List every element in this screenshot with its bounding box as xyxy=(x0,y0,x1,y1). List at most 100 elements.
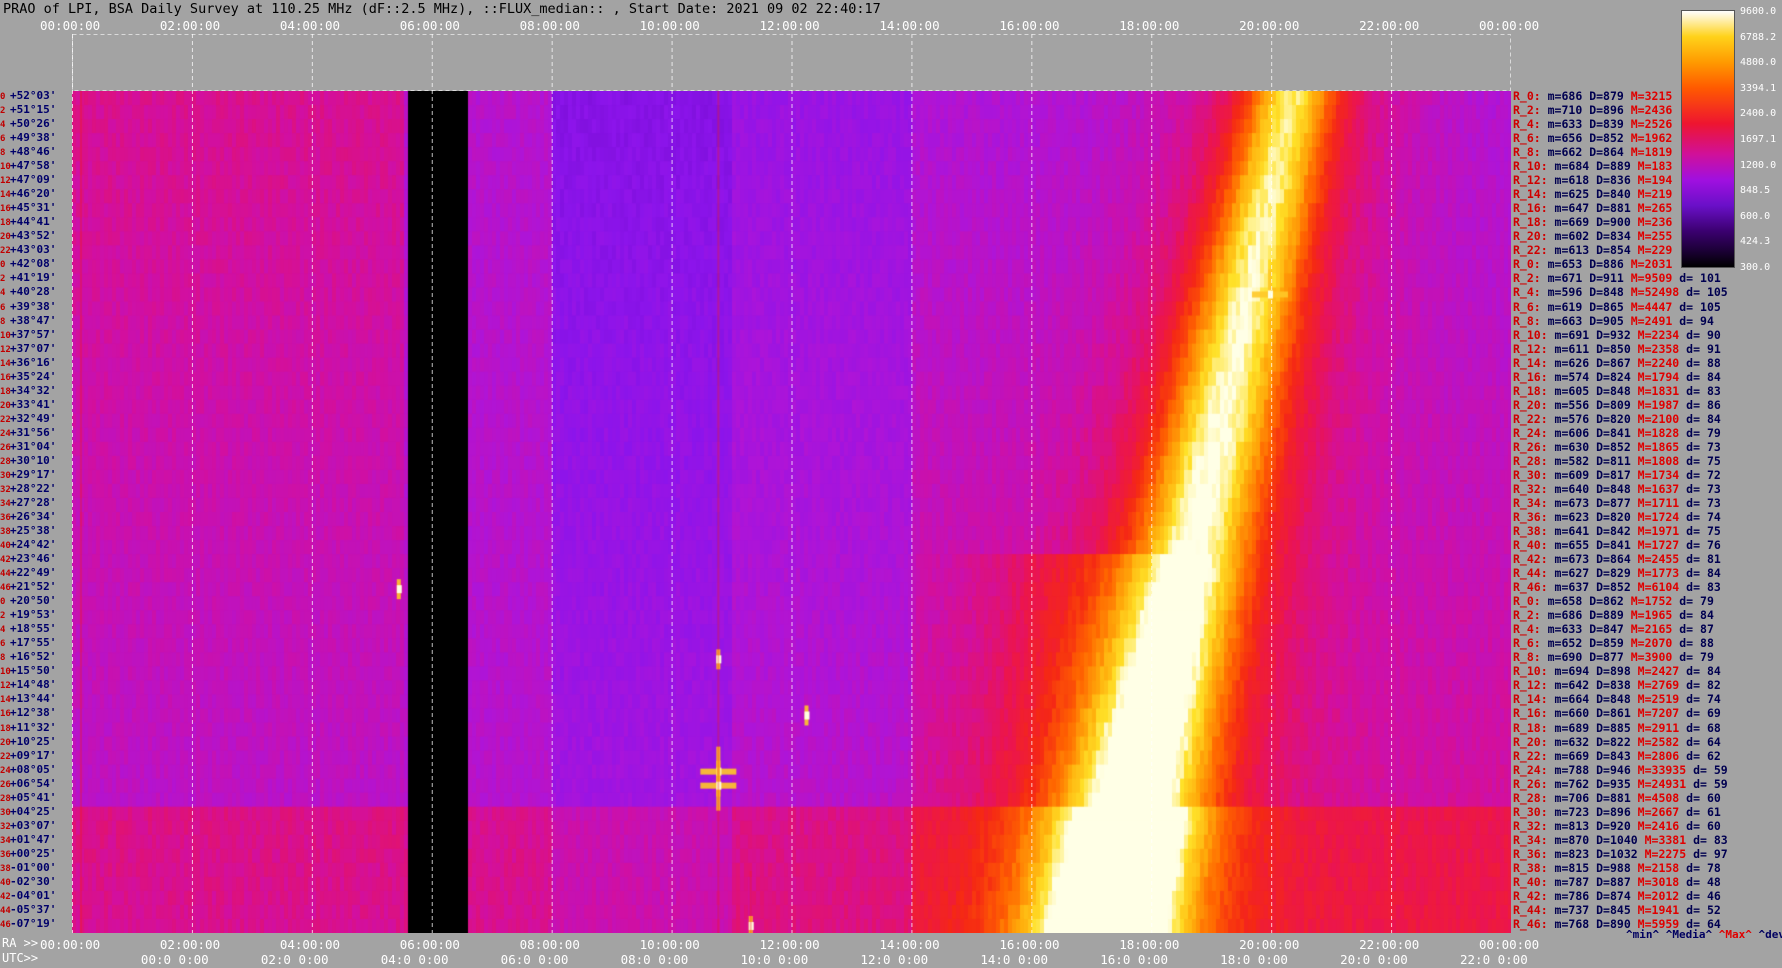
stat-prefix: M= xyxy=(1630,369,1652,384)
stat-max: 1711 xyxy=(1651,495,1680,510)
stat-prefix: m= xyxy=(1547,467,1569,482)
stat-prefix: M= xyxy=(1637,846,1659,861)
stat-prefix: D= xyxy=(1589,201,1610,216)
stat-median: 847 xyxy=(1603,622,1624,637)
stat-median: 852 xyxy=(1609,580,1631,595)
row-index: 20 xyxy=(0,400,11,411)
stat-prefix: d= xyxy=(1672,299,1701,314)
stat-prefix: M= xyxy=(1623,131,1645,146)
stat-median: 845 xyxy=(1609,902,1631,917)
top-tick-label: 18:00:00 xyxy=(1119,18,1180,33)
stat-max: 1962 xyxy=(1644,131,1673,146)
row-index: 46 xyxy=(0,919,11,930)
declination-row: 34+01°47' xyxy=(0,833,56,848)
stat-median: 848 xyxy=(1603,285,1624,300)
stat-min: 813 xyxy=(1568,818,1590,833)
stat-max: 2031 xyxy=(1644,257,1673,272)
stat-min: 611 xyxy=(1568,341,1590,356)
declination-row: 16+35°24' xyxy=(0,370,56,385)
stat-devia: 84 xyxy=(1700,608,1714,623)
stat-prefix: d= xyxy=(1686,776,1714,791)
stat-max: 3018 xyxy=(1651,874,1680,889)
declination-row: 18+11°32' xyxy=(0,721,56,736)
stat-prefix: M= xyxy=(1630,790,1652,805)
stat-max: 2240 xyxy=(1651,355,1680,370)
stat-max: 1971 xyxy=(1651,524,1680,539)
stat-median: 877 xyxy=(1603,650,1624,665)
stat-devia: 105 xyxy=(1706,285,1728,300)
stat-row-label: R_8: xyxy=(1513,145,1541,160)
stat-median: 809 xyxy=(1609,397,1631,412)
stat-prefix: d= xyxy=(1672,608,1701,623)
stat-row: R_2: m=710 D=896 M=2436 xyxy=(1513,103,1672,117)
stat-row: R_32: m=813 D=920 M=2416 d= 60 xyxy=(1513,819,1721,833)
declination-row: 8 +38°47' xyxy=(0,314,56,329)
stat-prefix: M= xyxy=(1630,776,1652,791)
declination-row: 24+31°56' xyxy=(0,426,56,441)
stat-row: R_16: m=574 D=824 M=1794 d= 84 xyxy=(1513,370,1721,384)
stat-prefix: m= xyxy=(1540,594,1562,609)
stat-row-label: R_36: xyxy=(1513,846,1548,861)
colorbar-tick-label: 300.0 xyxy=(1740,262,1771,273)
stat-max: 1727 xyxy=(1651,538,1680,553)
row-index: 8 xyxy=(0,148,6,159)
declination-label: +34°32' xyxy=(10,383,57,397)
declination-row: 32+28°22' xyxy=(0,482,56,497)
ra-tick-label: 02:00:00 xyxy=(159,937,221,952)
stat-prefix: M= xyxy=(1623,257,1645,272)
stat-row: R_46: m=637 D=852 M=6104 d= 83 xyxy=(1513,580,1721,594)
stat-median: 1032 xyxy=(1609,846,1638,861)
stat-prefix: d= xyxy=(1679,327,1707,342)
stat-min: 596 xyxy=(1561,285,1583,300)
chart-title: PRAO of LPI, BSA Daily Survey at 110.25 … xyxy=(3,1,881,17)
stat-row: R_0: m=653 D=886 M=2031 xyxy=(1513,257,1672,271)
stat-max: 1987 xyxy=(1651,397,1680,412)
stat-row-label: R_6: xyxy=(1513,131,1541,146)
stat-row: R_22: m=576 D=820 M=2100 d= 84 xyxy=(1513,412,1721,426)
declination-label: +19°53' xyxy=(10,608,57,622)
stat-prefix: M= xyxy=(1630,341,1652,356)
stat-prefix: M= xyxy=(1630,692,1652,707)
stat-min: 671 xyxy=(1561,271,1583,286)
stat-prefix: m= xyxy=(1547,706,1569,721)
stat-row: R_8: m=690 D=877 M=3900 d= 79 xyxy=(1513,650,1714,664)
row-index: 14 xyxy=(0,358,11,369)
stat-devia: 59 xyxy=(1713,776,1728,791)
declination-row: 26+06°54' xyxy=(0,777,56,792)
stat-prefix: m= xyxy=(1547,566,1569,581)
stat-devia: 79 xyxy=(1706,425,1721,440)
declination-row: 26+31°04' xyxy=(0,440,56,455)
stat-prefix: D= xyxy=(1582,103,1604,118)
stat-min: 706 xyxy=(1568,790,1590,805)
colorbar-tick-label: 848.5 xyxy=(1740,185,1771,197)
stat-row: R_0: m=686 D=879 M=3215 xyxy=(1513,89,1672,103)
stat-min: 788 xyxy=(1568,762,1590,777)
stat-prefix: m= xyxy=(1547,664,1569,679)
stat-median: 824 xyxy=(1609,369,1631,384)
stat-max: 236 xyxy=(1651,215,1673,230)
row-index: 0 xyxy=(0,92,6,102)
declination-row: 18+44°41' xyxy=(0,215,56,230)
row-index: 20 xyxy=(0,737,11,748)
stat-devia: 83 xyxy=(1706,580,1721,595)
row-index: 0 xyxy=(0,260,6,271)
stat-prefix: M= xyxy=(1630,720,1652,735)
stat-prefix: D= xyxy=(1589,664,1610,679)
stat-prefix: M= xyxy=(1630,467,1652,482)
stat-devia: 69 xyxy=(1706,706,1721,721)
stat-prefix: D= xyxy=(1589,453,1610,468)
stat-row-label: R_14: xyxy=(1513,355,1548,370)
stat-prefix: M= xyxy=(1623,299,1645,314)
stat-prefix: m= xyxy=(1547,776,1569,791)
stat-row-label: R_14: xyxy=(1513,187,1548,202)
stat-prefix: D= xyxy=(1589,355,1610,370)
stat-row-label: R_30: xyxy=(1513,804,1548,819)
stat-max: 1819 xyxy=(1644,145,1673,160)
row-index: 4 xyxy=(0,625,6,636)
stat-prefix: D= xyxy=(1582,299,1604,314)
stat-prefix: d= xyxy=(1672,271,1701,286)
stat-prefix: d= xyxy=(1679,538,1707,553)
stat-median: 874 xyxy=(1609,888,1631,903)
stat-prefix: M= xyxy=(1623,145,1645,160)
stat-min: 662 xyxy=(1561,145,1583,160)
